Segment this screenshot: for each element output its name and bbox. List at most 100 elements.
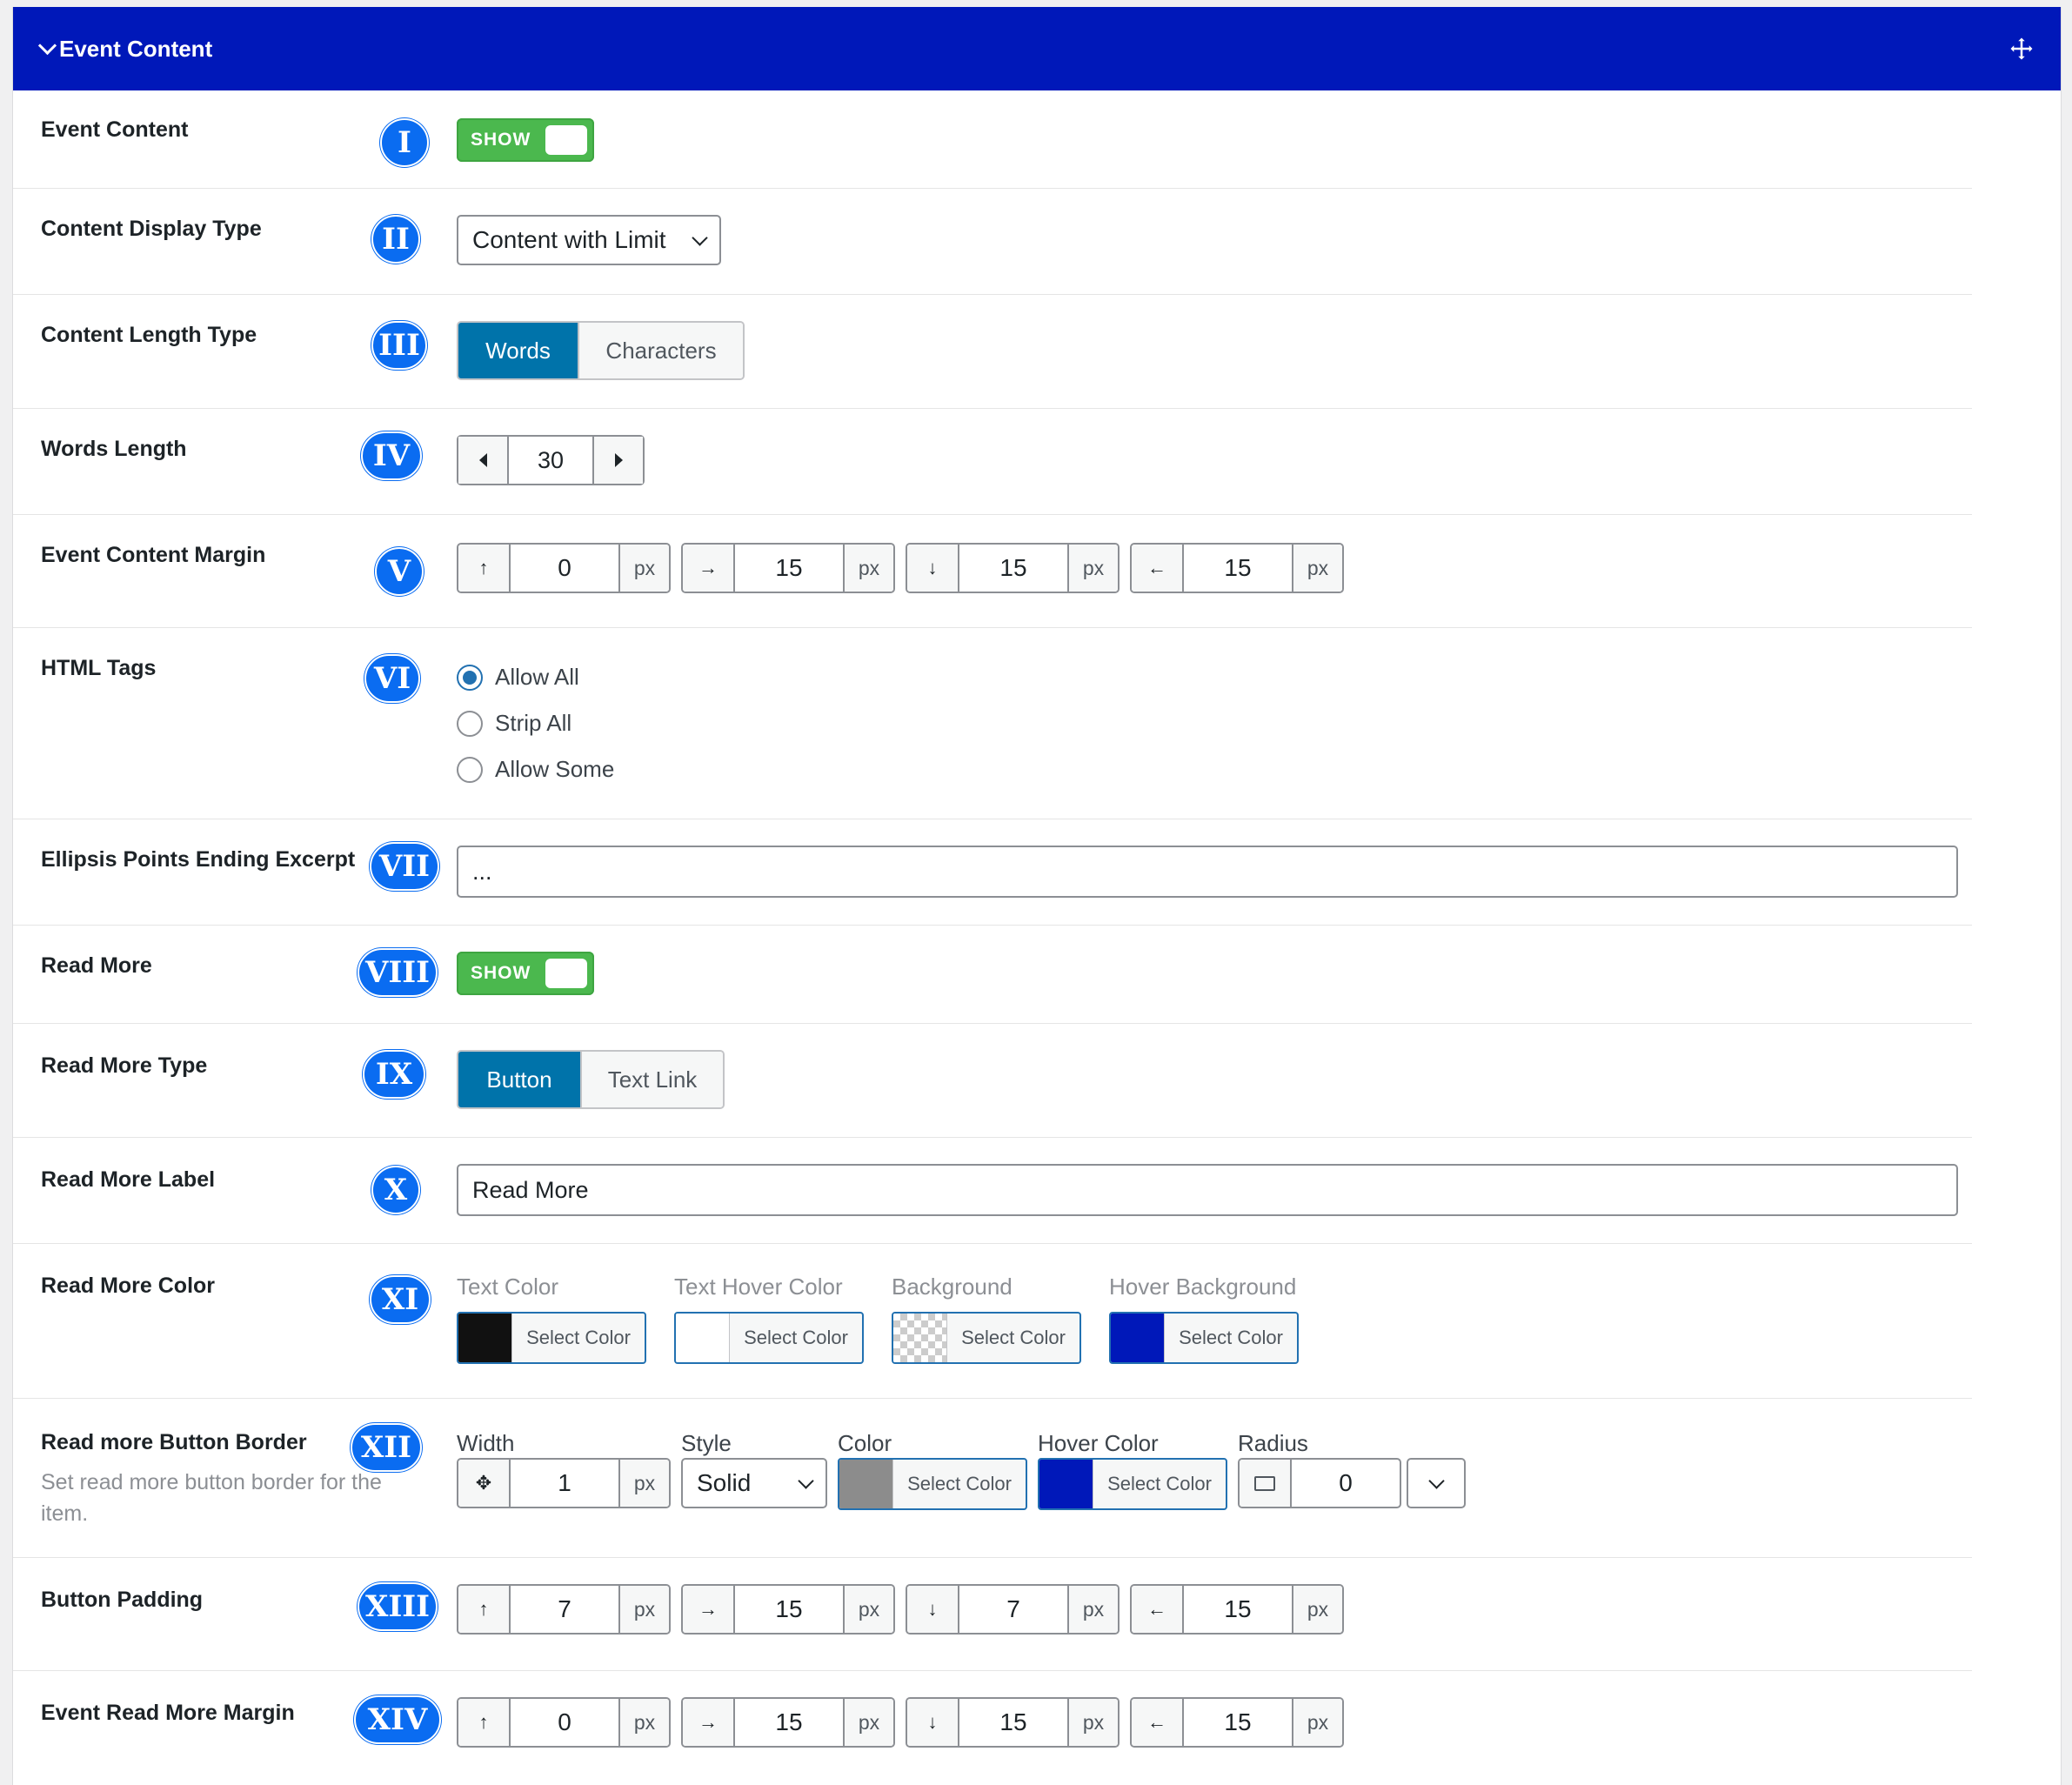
value[interactable]: 15 bbox=[735, 1699, 843, 1746]
arrow-right-icon: → bbox=[683, 1699, 735, 1746]
text-hover-color-button[interactable]: Select Color bbox=[674, 1312, 864, 1364]
value[interactable]: 7 bbox=[959, 1586, 1067, 1633]
ellipsis-input[interactable]: ... bbox=[457, 846, 1958, 898]
margin-bottom-input[interactable]: ↓ 15 px bbox=[906, 1697, 1120, 1748]
unit: px bbox=[618, 1699, 669, 1746]
row-event-content-margin: Event Content Margin V ↑ 0 px → 15 px ↓ 15 px … bbox=[13, 515, 1972, 628]
option-characters[interactable]: Characters bbox=[578, 323, 743, 378]
border-color-button[interactable]: Select Color bbox=[838, 1458, 1027, 1510]
margin-left-input[interactable]: ← 15 px bbox=[1130, 1697, 1344, 1748]
value[interactable]: 15 bbox=[1184, 1699, 1292, 1746]
row-label: Button Padding bbox=[41, 1588, 204, 1612]
row-label: Event Content bbox=[41, 117, 189, 142]
unit: px bbox=[618, 545, 669, 592]
margin-top-input[interactable]: ↑ 0 px bbox=[457, 1697, 671, 1748]
toggle-knob bbox=[545, 959, 587, 988]
radio-checked[interactable] bbox=[457, 664, 483, 691]
radius-unit-dropdown[interactable] bbox=[1407, 1458, 1466, 1508]
value[interactable]: 0 bbox=[1292, 1460, 1400, 1507]
row-button-padding: Button Padding XIII ↑ 7 px → 15 px ↓ 7 px ← 15 p… bbox=[13, 1558, 1972, 1671]
unit: px bbox=[1067, 545, 1118, 592]
content-display-type-select[interactable]: Content with Limit bbox=[457, 215, 721, 265]
event-content-panel: Event Content Event Content I SHOW Conte… bbox=[12, 7, 2062, 1785]
color-swatch bbox=[1111, 1314, 1165, 1362]
border-width-input[interactable]: ✥ 1 px bbox=[457, 1458, 671, 1508]
value[interactable]: 0 bbox=[511, 1699, 618, 1746]
decrement-button[interactable] bbox=[458, 437, 507, 484]
read-more-toggle[interactable]: SHOW bbox=[457, 952, 594, 995]
increment-button[interactable] bbox=[594, 437, 643, 484]
unit: px bbox=[1292, 1586, 1342, 1633]
background-label: Background bbox=[892, 1274, 1013, 1300]
value[interactable]: 15 bbox=[959, 545, 1067, 592]
option-text-link[interactable]: Text Link bbox=[580, 1052, 723, 1107]
value[interactable]: 15 bbox=[735, 1586, 843, 1633]
padding-right-input[interactable]: → 15 px bbox=[681, 1584, 895, 1635]
color-swatch bbox=[893, 1314, 947, 1362]
value[interactable]: 15 bbox=[959, 1699, 1067, 1746]
badge-xiii: XIII bbox=[358, 1582, 438, 1631]
margin-bottom-input[interactable]: ↓ 15 px bbox=[906, 543, 1120, 593]
select-color-label: Select Color bbox=[907, 1473, 1012, 1494]
padding-left-input[interactable]: ← 15 px bbox=[1130, 1584, 1344, 1635]
words-length-value[interactable]: 30 bbox=[507, 437, 594, 484]
padding-bottom-input[interactable]: ↓ 7 px bbox=[906, 1584, 1120, 1635]
arrow-right-icon: → bbox=[683, 1586, 735, 1633]
select-color-label: Select Color bbox=[1107, 1473, 1212, 1494]
row-read-more-color: Read More Color XI Text Color Select Col… bbox=[13, 1244, 1972, 1399]
badge-vi: VI bbox=[364, 654, 420, 703]
radio[interactable] bbox=[457, 756, 483, 783]
content-length-type-group: Words Characters bbox=[457, 321, 745, 380]
panel-header[interactable]: Event Content bbox=[13, 7, 2061, 90]
text-hover-color-label: Text Hover Color bbox=[674, 1274, 843, 1300]
text-color-button[interactable]: Select Color bbox=[457, 1312, 646, 1364]
badge-xiv: XIV bbox=[354, 1695, 441, 1744]
margin-right-input[interactable]: → 15 px bbox=[681, 1697, 895, 1748]
padding-top-input[interactable]: ↑ 7 px bbox=[457, 1584, 671, 1635]
arrow-down-icon: ↓ bbox=[907, 1586, 959, 1633]
value[interactable]: 7 bbox=[511, 1586, 618, 1633]
value[interactable]: 15 bbox=[1184, 1586, 1292, 1633]
arrow-left-icon: ← bbox=[1132, 545, 1184, 592]
value[interactable]: 15 bbox=[1184, 545, 1292, 592]
border-hover-color-button[interactable]: Select Color bbox=[1038, 1458, 1227, 1510]
radio[interactable] bbox=[457, 710, 483, 737]
select-value: Solid bbox=[697, 1469, 752, 1496]
radio-allow-some[interactable]: Allow Some bbox=[457, 746, 614, 792]
move-icon[interactable] bbox=[2009, 36, 2035, 62]
margin-top-input[interactable]: ↑ 0 px bbox=[457, 543, 671, 593]
border-radius-input[interactable]: 0 bbox=[1238, 1458, 1401, 1508]
value[interactable]: 0 bbox=[511, 545, 618, 592]
badge-vii: VII bbox=[370, 842, 439, 891]
background-color-button[interactable]: Select Color bbox=[892, 1312, 1081, 1364]
radio-label: Allow All bbox=[495, 664, 579, 690]
arrow-down-icon: ↓ bbox=[907, 545, 959, 592]
row-words-length: Words Length IV 30 bbox=[13, 409, 1972, 515]
hover-background-color-button[interactable]: Select Color bbox=[1109, 1312, 1299, 1364]
unit: px bbox=[1067, 1699, 1118, 1746]
event-content-toggle[interactable]: SHOW bbox=[457, 118, 594, 162]
row-read-more-margin: Event Read More Margin XIV ↑ 0 px → 15 px ↓ 1… bbox=[13, 1671, 1972, 1784]
margin-right-input[interactable]: → 15 px bbox=[681, 543, 895, 593]
option-words[interactable]: Words bbox=[458, 323, 578, 378]
row-description: Set read more button border for the item… bbox=[41, 1470, 382, 1526]
row-html-tags: HTML Tags VI Allow All Strip All Allow S… bbox=[13, 628, 1972, 819]
radio-allow-all[interactable]: Allow All bbox=[457, 654, 614, 700]
border-style-select[interactable]: Solid bbox=[681, 1458, 827, 1508]
unit: px bbox=[843, 1586, 893, 1633]
arrow-up-icon: ↑ bbox=[458, 1586, 511, 1633]
option-button[interactable]: Button bbox=[458, 1052, 580, 1107]
row-content-display-type: Content Display Type II Content with Lim… bbox=[13, 189, 1972, 295]
row-button-border: Read more Button Border Set read more bu… bbox=[13, 1399, 1972, 1558]
panel-title[interactable]: Event Content bbox=[37, 36, 212, 63]
value[interactable]: 1 bbox=[511, 1460, 618, 1507]
read-more-margin-inputs: ↑ 0 px → 15 px ↓ 15 px ← 15 px bbox=[457, 1697, 1344, 1748]
chevron-down-icon bbox=[798, 1472, 814, 1489]
radio-strip-all[interactable]: Strip All bbox=[457, 700, 614, 746]
margin-left-input[interactable]: ← 15 px bbox=[1130, 543, 1344, 593]
color-swatch bbox=[839, 1460, 893, 1508]
read-more-label-input[interactable]: Read More bbox=[457, 1164, 1958, 1216]
row-ellipsis: Ellipsis Points Ending Excerpt VII ... bbox=[13, 819, 1972, 926]
text-color-label: Text Color bbox=[457, 1274, 559, 1300]
value[interactable]: 15 bbox=[735, 545, 843, 592]
